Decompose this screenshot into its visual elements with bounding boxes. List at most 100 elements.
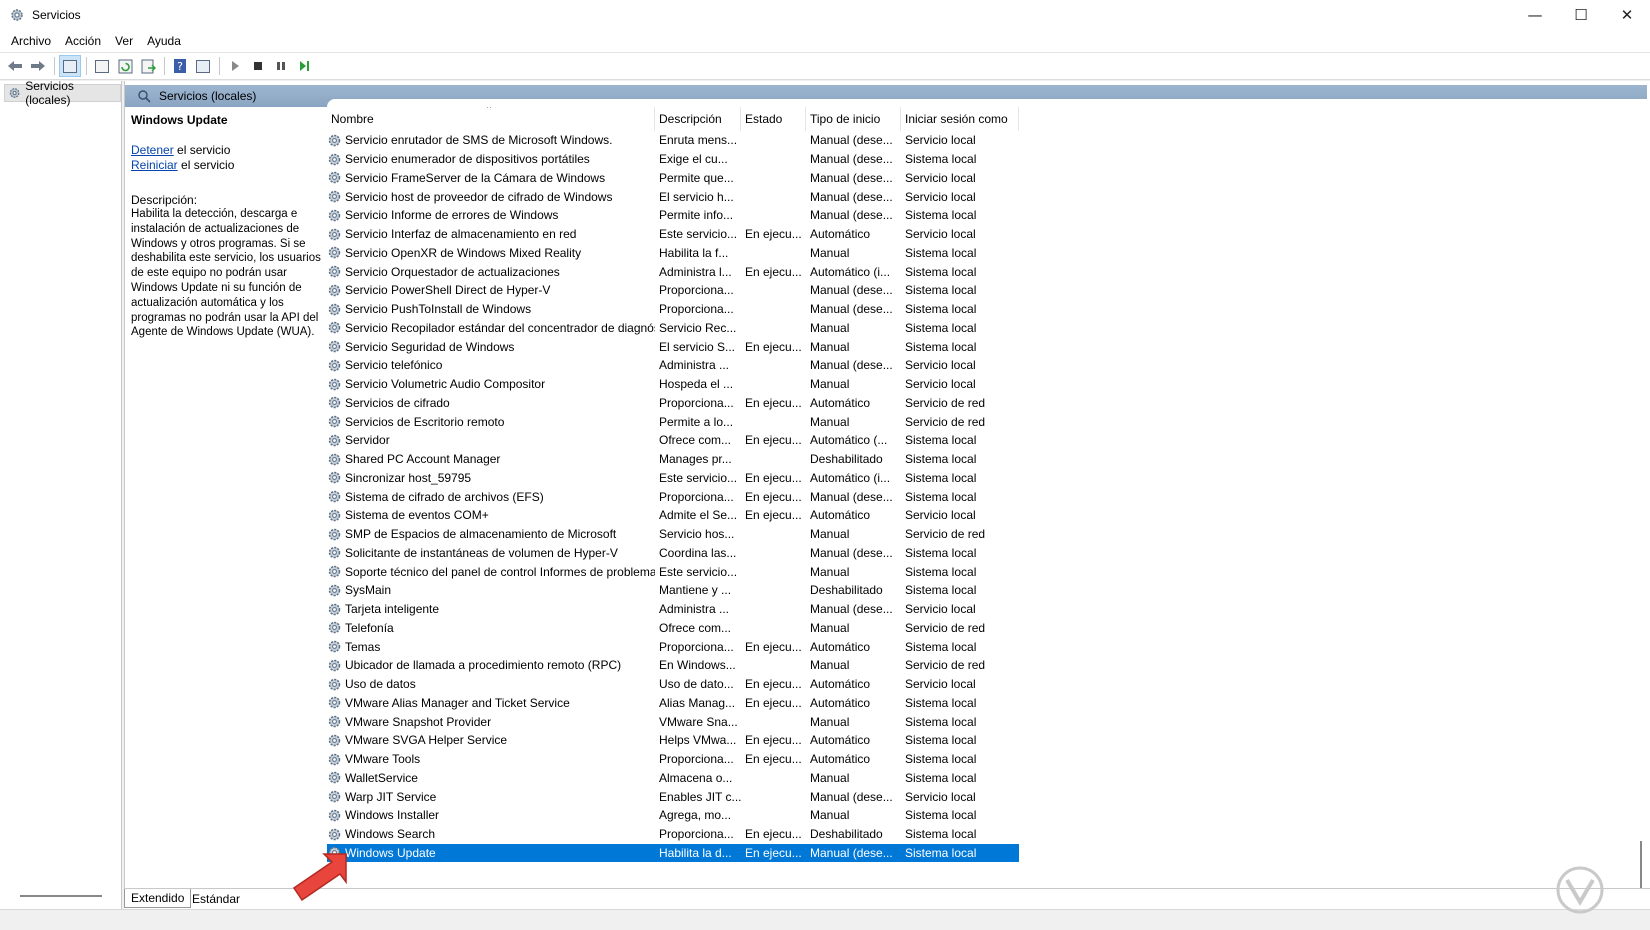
service-name-cell[interactable]: Servicio Informe de errores de Windows	[327, 208, 655, 223]
table-row[interactable]: Telefonía Ofrece com... Manual Servicio de …	[327, 619, 1019, 638]
table-row[interactable]: Solicitante de instantáneas de volumen d…	[327, 544, 1019, 563]
table-row[interactable]: Servicio host de proveedor de cifrado de…	[327, 187, 1019, 206]
play-icon[interactable]	[224, 55, 246, 77]
table-row[interactable]: Servicio enrutador de SMS de Microsoft W…	[327, 131, 1019, 150]
table-row[interactable]: WalletService Almacena o... Manual Sistema …	[327, 769, 1019, 788]
table-row[interactable]: VMware Tools Proporciona... En ejecu... Aut…	[327, 750, 1019, 769]
column-header-description[interactable]: Descripción	[655, 107, 741, 131]
table-row[interactable]: Servicio PowerShell Direct de Hyper-V Pro…	[327, 281, 1019, 300]
service-name-cell[interactable]: SysMain	[327, 583, 655, 598]
table-row[interactable]: Xbox Accessory Management Service This se…	[327, 862, 1019, 867]
properties-icon[interactable]	[91, 55, 113, 77]
forward-arrow-icon[interactable]	[27, 55, 49, 77]
table-row[interactable]: Servicio telefónico Administra ... Manual …	[327, 356, 1019, 375]
column-header-name[interactable]: Nombre ^	[327, 107, 655, 131]
table-row[interactable]: Servicios de cifrado Proporciona... En eje…	[327, 394, 1019, 413]
refresh-icon[interactable]	[114, 55, 136, 77]
table-row[interactable]: Sistema de eventos COM+ Admite el Se... En…	[327, 506, 1019, 525]
table-row[interactable]: Sistema de cifrado de archivos (EFS) Prop…	[327, 487, 1019, 506]
service-name-cell[interactable]: Servicio enrutador de SMS de Microsoft W…	[327, 133, 655, 148]
menu-ayuda[interactable]: Ayuda	[140, 34, 188, 48]
help-icon[interactable]: ?	[169, 55, 191, 77]
table-row[interactable]: Servicios de Escritorio remoto Permite a …	[327, 412, 1019, 431]
menu-ver[interactable]: Ver	[108, 34, 140, 48]
stop-icon[interactable]	[247, 55, 269, 77]
service-name-cell[interactable]: Servicio FrameServer de la Cámara de Win…	[327, 170, 655, 185]
table-row[interactable]: VMware Snapshot Provider VMware Sna... Man…	[327, 712, 1019, 731]
table-row[interactable]: Servicio Orquestador de actualizaciones A…	[327, 262, 1019, 281]
table-row[interactable]: SysMain Mantiene y ... Deshabilitado Sistem…	[327, 581, 1019, 600]
tree-item-servicios-locales[interactable]: Servicios (locales)	[4, 79, 121, 107]
horizontal-scrollbar[interactable]	[20, 895, 102, 897]
back-arrow-icon[interactable]	[4, 55, 26, 77]
service-name-cell[interactable]: Servicios de Escritorio remoto	[327, 414, 655, 429]
pause-icon[interactable]	[270, 55, 292, 77]
service-name-cell[interactable]: Tarjeta inteligente	[327, 602, 655, 617]
table-row[interactable]: VMware SVGA Helper Service Helps VMwa... E…	[327, 731, 1019, 750]
table-row[interactable]: Servicio FrameServer de la Cámara de Win…	[327, 169, 1019, 188]
minimize-button[interactable]: —	[1512, 0, 1558, 30]
column-header-state[interactable]: Estado	[741, 107, 806, 131]
service-name-cell[interactable]: Servicios de cifrado	[327, 395, 655, 410]
service-name-cell[interactable]: Warp JIT Service	[327, 789, 655, 804]
service-name-cell[interactable]: Servicio enumerador de dispositivos port…	[327, 152, 655, 167]
tab-standard[interactable]: Estándar	[186, 889, 246, 908]
service-name-cell[interactable]: Temas	[327, 639, 655, 654]
service-name-cell[interactable]: Servidor	[327, 433, 655, 448]
service-name-cell[interactable]: Servicio Recopilador estándar del concen…	[327, 320, 655, 335]
table-row[interactable]: Servidor Ofrece com... En ejecu... Automáti…	[327, 431, 1019, 450]
service-name-cell[interactable]: Xbox Accessory Management Service	[327, 864, 655, 867]
show-console-tree-icon[interactable]	[59, 55, 81, 77]
service-name-cell[interactable]: Soporte técnico del panel de control Inf…	[327, 564, 655, 579]
service-name-cell[interactable]: Uso de datos	[327, 677, 655, 692]
table-row[interactable]: Windows Installer Agrega, mo... Manual Sist…	[327, 806, 1019, 825]
service-name-cell[interactable]: Servicio Seguridad de Windows	[327, 339, 655, 354]
restart-service-link[interactable]: Reiniciar	[131, 158, 178, 172]
service-name-cell[interactable]: Servicio PushToInstall de Windows	[327, 302, 655, 317]
table-row[interactable]: Windows Update Habilita la d... En ejecu..…	[327, 843, 1019, 863]
service-name-cell[interactable]: Windows Search	[327, 827, 655, 842]
service-name-cell[interactable]: Sistema de eventos COM+	[327, 508, 655, 523]
table-row[interactable]: Soporte técnico del panel de control Inf…	[327, 562, 1019, 581]
table-row[interactable]: Servicio OpenXR de Windows Mixed Reality…	[327, 244, 1019, 263]
column-header-log-on-as[interactable]: Iniciar sesión como	[901, 107, 1019, 131]
service-name-cell[interactable]: VMware Alias Manager and Ticket Service	[327, 695, 655, 710]
service-name-cell[interactable]: Servicio OpenXR de Windows Mixed Reality	[327, 245, 655, 260]
close-button[interactable]: ✕	[1604, 0, 1650, 30]
table-row[interactable]: Servicio Recopilador estándar del concen…	[327, 319, 1019, 338]
vertical-scrollbar[interactable]	[1636, 111, 1646, 930]
service-name-cell[interactable]: Shared PC Account Manager	[327, 452, 655, 467]
menu-archivo[interactable]: Archivo	[4, 34, 58, 48]
export-list-icon[interactable]	[137, 55, 159, 77]
table-row[interactable]: VMware Alias Manager and Ticket Service A…	[327, 694, 1019, 713]
table-row[interactable]: Shared PC Account Manager Manages pr... De…	[327, 450, 1019, 469]
stop-service-link[interactable]: Detener	[131, 143, 174, 157]
service-name-cell[interactable]: Sistema de cifrado de archivos (EFS)	[327, 489, 655, 504]
table-row[interactable]: Uso de datos Uso de dato... En ejecu... Aut…	[327, 675, 1019, 694]
table-row[interactable]: Servicio enumerador de dispositivos port…	[327, 150, 1019, 169]
service-name-cell[interactable]: Windows Update	[327, 845, 655, 860]
table-row[interactable]: Temas Proporciona... En ejecu... Automático…	[327, 637, 1019, 656]
service-name-cell[interactable]: Windows Installer	[327, 808, 655, 823]
service-name-cell[interactable]: VMware Snapshot Provider	[327, 714, 655, 729]
tab-extended[interactable]: Extendido	[124, 889, 192, 908]
table-row[interactable]: Tarjeta inteligente Administra ... Manual …	[327, 600, 1019, 619]
column-header-startup-type[interactable]: Tipo de inicio	[806, 107, 901, 131]
restart-icon[interactable]	[293, 55, 315, 77]
table-row[interactable]: Servicio Interfaz de almacenamiento en r…	[327, 225, 1019, 244]
service-name-cell[interactable]: Servicio telefónico	[327, 358, 655, 373]
service-name-cell[interactable]: Solicitante de instantáneas de volumen d…	[327, 545, 655, 560]
table-row[interactable]: Ubicador de llamada a procedimiento remo…	[327, 656, 1019, 675]
service-name-cell[interactable]: Sincronizar host_59795	[327, 470, 655, 485]
table-row[interactable]: Sincronizar host_59795 Este servicio... En…	[327, 469, 1019, 488]
menu-accion[interactable]: Acción	[58, 34, 108, 48]
service-name-cell[interactable]: Servicio Volumetric Audio Compositor	[327, 377, 655, 392]
service-name-cell[interactable]: SMP de Espacios de almacenamiento de Mic…	[327, 527, 655, 542]
table-row[interactable]: Servicio Seguridad de Windows El servicio…	[327, 337, 1019, 356]
service-name-cell[interactable]: Servicio Interfaz de almacenamiento en r…	[327, 227, 655, 242]
table-row[interactable]: SMP de Espacios de almacenamiento de Mic…	[327, 525, 1019, 544]
service-name-cell[interactable]: VMware SVGA Helper Service	[327, 733, 655, 748]
table-row[interactable]: Servicio PushToInstall de Windows Proporc…	[327, 300, 1019, 319]
show-action-pane-icon[interactable]	[192, 55, 214, 77]
service-name-cell[interactable]: Servicio PowerShell Direct de Hyper-V	[327, 283, 655, 298]
